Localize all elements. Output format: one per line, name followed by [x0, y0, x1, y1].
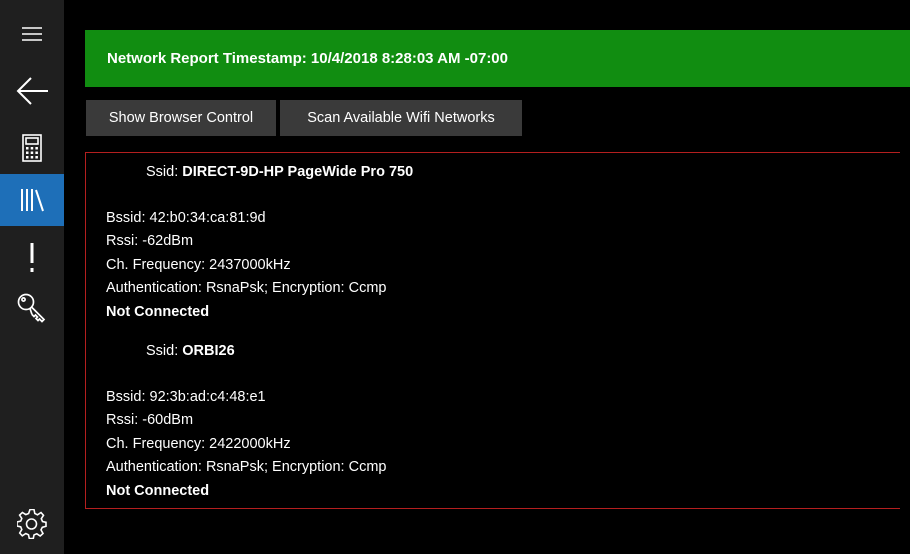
alerts-button[interactable] — [0, 234, 64, 282]
report-timestamp: Network Report Timestamp: 10/4/2018 8:28… — [107, 50, 508, 67]
rssi-text: Rssi: -60dBm — [106, 412, 194, 428]
ssid-value: DIRECT-9D-HP PageWide Pro 750 — [182, 164, 414, 180]
bssid-text: Bssid: 42:b0:34:ca:81:9d — [106, 209, 266, 226]
scan-wifi-networks-button[interactable]: Scan Available Wifi Networks — [280, 100, 522, 136]
connection-status: Not Connected — [106, 482, 210, 499]
key-icon — [17, 293, 47, 323]
rssi-text: Rssi: -62dBm — [106, 233, 194, 249]
settings-button[interactable] — [0, 500, 64, 548]
keys-button[interactable] — [0, 284, 64, 332]
bssid-text: Bssid: 92:3b:ad:c4:48:e1 — [106, 388, 266, 405]
hamburger-menu-button[interactable] — [0, 10, 64, 58]
security-text: Authentication: RsnaPsk; Encryption: Ccm… — [106, 459, 387, 475]
sidebar — [0, 0, 64, 554]
show-browser-control-button[interactable]: Show Browser Control — [86, 100, 276, 136]
security-text: Authentication: RsnaPsk; Encryption: Ccm… — [106, 280, 387, 296]
ssid-label: Ssid: — [146, 164, 179, 180]
ssid-line: Ssid: DIRECT-9D-HP PageWide Pro 750 — [146, 161, 413, 185]
back-arrow-icon — [16, 77, 48, 105]
library-button[interactable] — [0, 174, 64, 226]
calculator-button[interactable] — [0, 124, 64, 172]
network-entry: Ssid: DIRECT-9D-HP PageWide Pro 750 Bssi… — [106, 161, 413, 324]
ssid-label: Ssid: — [146, 343, 179, 359]
connection-status: Not Connected — [106, 303, 210, 320]
back-button[interactable] — [0, 67, 64, 115]
frequency-text: Ch. Frequency: 2422000kHz — [106, 435, 291, 452]
ssid-line: Ssid: ORBI26 — [146, 340, 386, 364]
library-icon — [19, 187, 45, 213]
hamburger-menu-icon — [22, 27, 42, 41]
frequency-text: Ch. Frequency: 2437000kHz — [106, 256, 291, 273]
report-header: Network Report Timestamp: 10/4/2018 8:28… — [85, 30, 910, 87]
gear-icon — [17, 509, 47, 539]
ssid-value: ORBI26 — [182, 343, 235, 359]
exclamation-icon — [28, 243, 36, 273]
calculator-icon — [22, 134, 42, 162]
wifi-results-panel[interactable]: Ssid: DIRECT-9D-HP PageWide Pro 750 Bssi… — [85, 152, 900, 509]
network-entry: Ssid: ORBI26 Bssid: 92:3b:ad:c4:48:e1 Rs… — [106, 340, 386, 503]
